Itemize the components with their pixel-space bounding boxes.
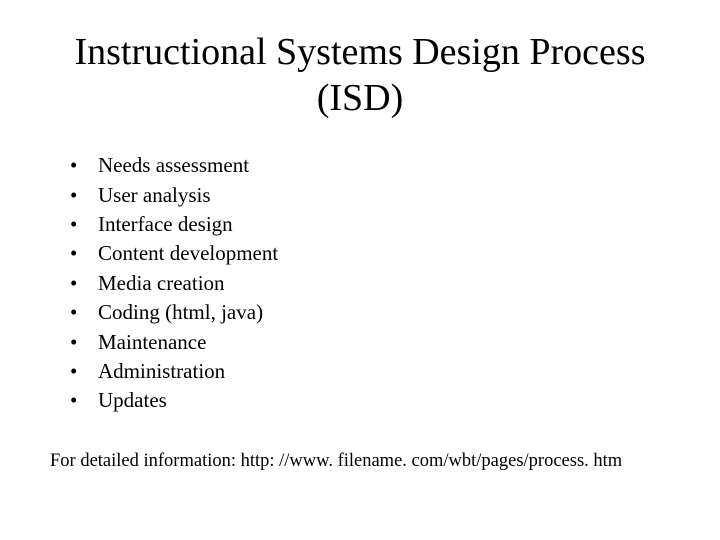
- bullet-icon: •: [70, 269, 98, 298]
- list-item: •User analysis: [70, 181, 670, 210]
- bullet-icon: •: [70, 386, 98, 415]
- list-item-label: Coding (html, java): [98, 298, 263, 327]
- list-item-label: Media creation: [98, 269, 225, 298]
- list-item: •Content development: [70, 239, 670, 268]
- list-item-label: User analysis: [98, 181, 211, 210]
- list-item: •Administration: [70, 357, 670, 386]
- bullet-icon: •: [70, 239, 98, 268]
- list-item: •Coding (html, java): [70, 298, 670, 327]
- list-item: •Needs assessment: [70, 151, 670, 180]
- slide-title: Instructional Systems Design Process (IS…: [50, 30, 670, 121]
- bullet-icon: •: [70, 298, 98, 327]
- bullet-list: •Needs assessment •User analysis •Interf…: [50, 151, 670, 416]
- bullet-icon: •: [70, 181, 98, 210]
- list-item: •Media creation: [70, 269, 670, 298]
- list-item: •Maintenance: [70, 328, 670, 357]
- list-item-label: Needs assessment: [98, 151, 249, 180]
- list-item-label: Interface design: [98, 210, 233, 239]
- list-item-label: Updates: [98, 386, 167, 415]
- footer-text: For detailed information: http: //www. f…: [50, 451, 670, 472]
- list-item-label: Maintenance: [98, 328, 206, 357]
- bullet-icon: •: [70, 357, 98, 386]
- bullet-icon: •: [70, 151, 98, 180]
- list-item: •Interface design: [70, 210, 670, 239]
- bullet-icon: •: [70, 210, 98, 239]
- list-item-label: Content development: [98, 239, 278, 268]
- list-item: •Updates: [70, 386, 670, 415]
- bullet-icon: •: [70, 328, 98, 357]
- list-item-label: Administration: [98, 357, 225, 386]
